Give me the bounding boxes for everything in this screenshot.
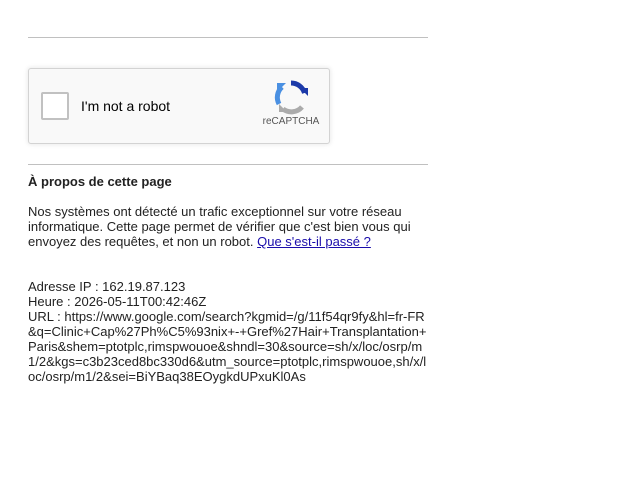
recaptcha-checkbox-label[interactable]: I'm not a robot <box>81 98 170 114</box>
ip-address: Adresse IP : 162.19.87.123 <box>28 279 186 294</box>
recaptcha-brand: reCAPTCHA <box>262 116 320 127</box>
about-title: À propos de cette page <box>28 174 172 189</box>
request-url: URL : https://www.google.com/search?kgmi… <box>28 309 427 384</box>
recaptcha-logo-icon <box>274 80 308 115</box>
middle-divider <box>28 164 428 165</box>
request-info: Adresse IP : 162.19.87.123 Heure : 2026-… <box>28 279 428 384</box>
recaptcha-checkbox[interactable] <box>41 92 69 120</box>
top-divider <box>28 37 428 38</box>
recaptcha-widget: I'm not a robot reCAPTCHA <box>28 68 330 144</box>
what-happened-link[interactable]: Que s'est-il passé ? <box>257 234 371 249</box>
about-text: Nos systèmes ont détecté un trafic excep… <box>28 204 428 249</box>
timestamp: Heure : 2026-05-11T00:42:46Z <box>28 294 207 309</box>
